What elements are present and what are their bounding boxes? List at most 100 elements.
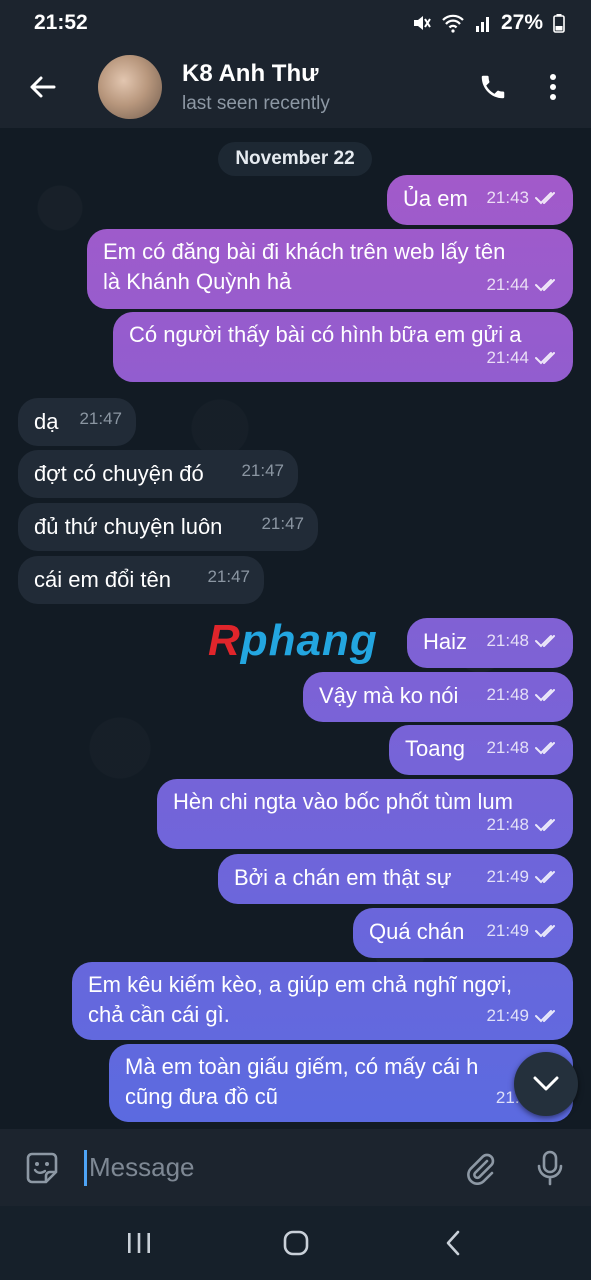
incoming-message[interactable]: dạ 21:47 xyxy=(18,398,136,446)
message-time: 21:48 xyxy=(486,815,529,834)
message-text: là Khánh Quỳnh hả xyxy=(103,269,292,294)
signal-icon xyxy=(475,17,489,32)
contact-info[interactable]: K8 Anh Thư last seen recently xyxy=(182,60,463,115)
outgoing-message[interactable]: Bởi a chán em thật sự 21:49 xyxy=(218,854,573,904)
attach-button[interactable] xyxy=(445,1129,515,1206)
outgoing-message[interactable]: Toang 21:48 xyxy=(389,725,573,775)
microphone-icon xyxy=(537,1150,563,1185)
double-check-icon xyxy=(535,871,555,884)
double-check-icon xyxy=(535,819,555,832)
message-meta: 21:47 xyxy=(79,404,122,434)
message-meta: 21:47 xyxy=(241,456,284,486)
message-time: 21:43 xyxy=(486,188,529,207)
message-meta: 21:44 xyxy=(486,343,561,373)
message-text: cái em đổi tên xyxy=(34,567,171,592)
double-check-icon xyxy=(535,279,555,292)
battery-percent: 27% xyxy=(500,11,543,34)
wifi-icon xyxy=(442,14,464,33)
incoming-message[interactable]: đủ thứ chuyện luôn 21:47 xyxy=(18,503,318,551)
message-text: Bởi a chán em thật sự xyxy=(234,865,452,890)
message-text: Em kêu kiếm kèo, a giúp em chả nghĩ ngợi… xyxy=(88,972,513,997)
recents-icon xyxy=(127,1233,150,1253)
message-text: cũng đưa đồ cũ xyxy=(125,1084,278,1109)
home-button[interactable] xyxy=(256,1206,336,1280)
contact-status: last seen recently xyxy=(182,92,330,114)
paperclip-icon xyxy=(467,1153,495,1185)
message-meta: 21:48 xyxy=(486,626,561,656)
message-time: 21:49 xyxy=(486,867,529,886)
message-text: Hèn chi ngta vào bốc phốt tùm lum xyxy=(173,789,513,814)
double-check-icon xyxy=(535,689,555,702)
message-meta: 21:44 xyxy=(486,270,561,300)
contact-name: K8 Anh Thư xyxy=(182,59,319,87)
message-input[interactable] xyxy=(84,1149,445,1186)
emoji-button[interactable] xyxy=(0,1129,84,1206)
message-text: đợt có chuyện đó xyxy=(34,461,204,486)
contact-avatar[interactable] xyxy=(98,55,162,119)
message-time: 21:47 xyxy=(79,409,122,428)
message-text: Vậy mà ko nói xyxy=(319,683,459,708)
back-button[interactable] xyxy=(0,46,84,128)
double-check-icon xyxy=(535,192,555,205)
chevron-down-icon xyxy=(533,1076,559,1091)
outgoing-message[interactable]: Ủa em 21:43 xyxy=(387,175,573,225)
arrow-left-icon xyxy=(30,76,56,98)
watermark-logo: Rphang xyxy=(208,616,378,665)
outgoing-message[interactable]: Vậy mà ko nói 21:48 xyxy=(303,672,573,722)
battery-icon xyxy=(553,14,565,33)
message-meta: 21:49 xyxy=(486,862,561,892)
message-meta: 21:49 xyxy=(486,1001,561,1031)
voice-message-button[interactable] xyxy=(515,1129,585,1206)
kebab-menu-icon xyxy=(550,74,556,100)
message-text: chả cần cái gì. xyxy=(88,1002,230,1027)
phone-icon xyxy=(481,75,505,99)
scroll-down-button[interactable] xyxy=(514,1052,578,1116)
outgoing-message[interactable]: Có người thấy bài có hình bữa em gửi a 21… xyxy=(113,312,573,382)
outgoing-message[interactable]: Haiz 21:48 xyxy=(407,618,573,668)
message-time: 21:44 xyxy=(486,275,529,294)
message-time: 21:49 xyxy=(486,921,529,940)
message-time: 21:47 xyxy=(261,514,304,533)
outgoing-message[interactable]: Em kêu kiếm kèo, a giúp em chả nghĩ ngợi… xyxy=(72,962,573,1040)
outgoing-message[interactable]: Em có đăng bài đi khách trên web lấy tên… xyxy=(87,229,573,309)
more-options-button[interactable] xyxy=(523,46,583,128)
mute-icon xyxy=(413,16,431,30)
back-nav-button[interactable] xyxy=(413,1206,493,1280)
incoming-message[interactable]: đợt có chuyện đó 21:47 xyxy=(18,450,298,498)
incoming-message[interactable]: cái em đổi tên 21:47 xyxy=(18,556,264,604)
double-check-icon xyxy=(535,352,555,365)
outgoing-message[interactable]: Mà em toàn giấu giếm, có mấy cái h cũng đ… xyxy=(109,1044,573,1122)
message-time: 21:48 xyxy=(486,685,529,704)
double-check-icon xyxy=(535,742,555,755)
message-composer xyxy=(0,1129,591,1206)
status-bar: 21:52 27% xyxy=(0,0,591,46)
home-icon xyxy=(283,1230,308,1256)
message-meta: 21:48 xyxy=(486,733,561,763)
outgoing-message[interactable]: Quá chán 21:49 xyxy=(353,908,573,958)
message-text: Mà em toàn giấu giếm, có mấy cái h xyxy=(125,1054,479,1079)
sticker-emoji-icon xyxy=(26,1152,58,1183)
message-time: 21:48 xyxy=(486,738,529,757)
double-check-icon xyxy=(535,1010,555,1023)
recent-apps-button[interactable] xyxy=(99,1206,179,1280)
double-check-icon xyxy=(535,925,555,938)
message-meta: 21:49 xyxy=(486,916,561,946)
message-time: 21:49 xyxy=(486,1006,529,1025)
double-check-icon xyxy=(535,635,555,648)
message-list[interactable]: November 22 Rphang Ủa em 21:43 Em có đăng … xyxy=(0,128,591,1129)
message-meta: 21:47 xyxy=(261,509,304,539)
message-meta: 21:43 xyxy=(486,183,561,213)
status-indicators: 27% xyxy=(411,11,565,35)
outgoing-message[interactable]: Hèn chi ngta vào bốc phốt tùm lum 21:48 xyxy=(157,779,573,849)
date-separator: November 22 xyxy=(218,142,372,176)
system-navigation-bar xyxy=(0,1206,591,1280)
message-time: 21:47 xyxy=(207,567,250,586)
call-button[interactable] xyxy=(463,46,523,128)
message-time: 21:48 xyxy=(486,631,529,650)
message-meta: 21:48 xyxy=(486,810,561,840)
message-text: Có người thấy bài có hình bữa em gửi a xyxy=(129,322,522,347)
status-time: 21:52 xyxy=(34,11,88,34)
chat-header: K8 Anh Thư last seen recently xyxy=(0,46,591,128)
message-text: đủ thứ chuyện luôn xyxy=(34,514,223,539)
message-text: dạ xyxy=(34,409,59,434)
